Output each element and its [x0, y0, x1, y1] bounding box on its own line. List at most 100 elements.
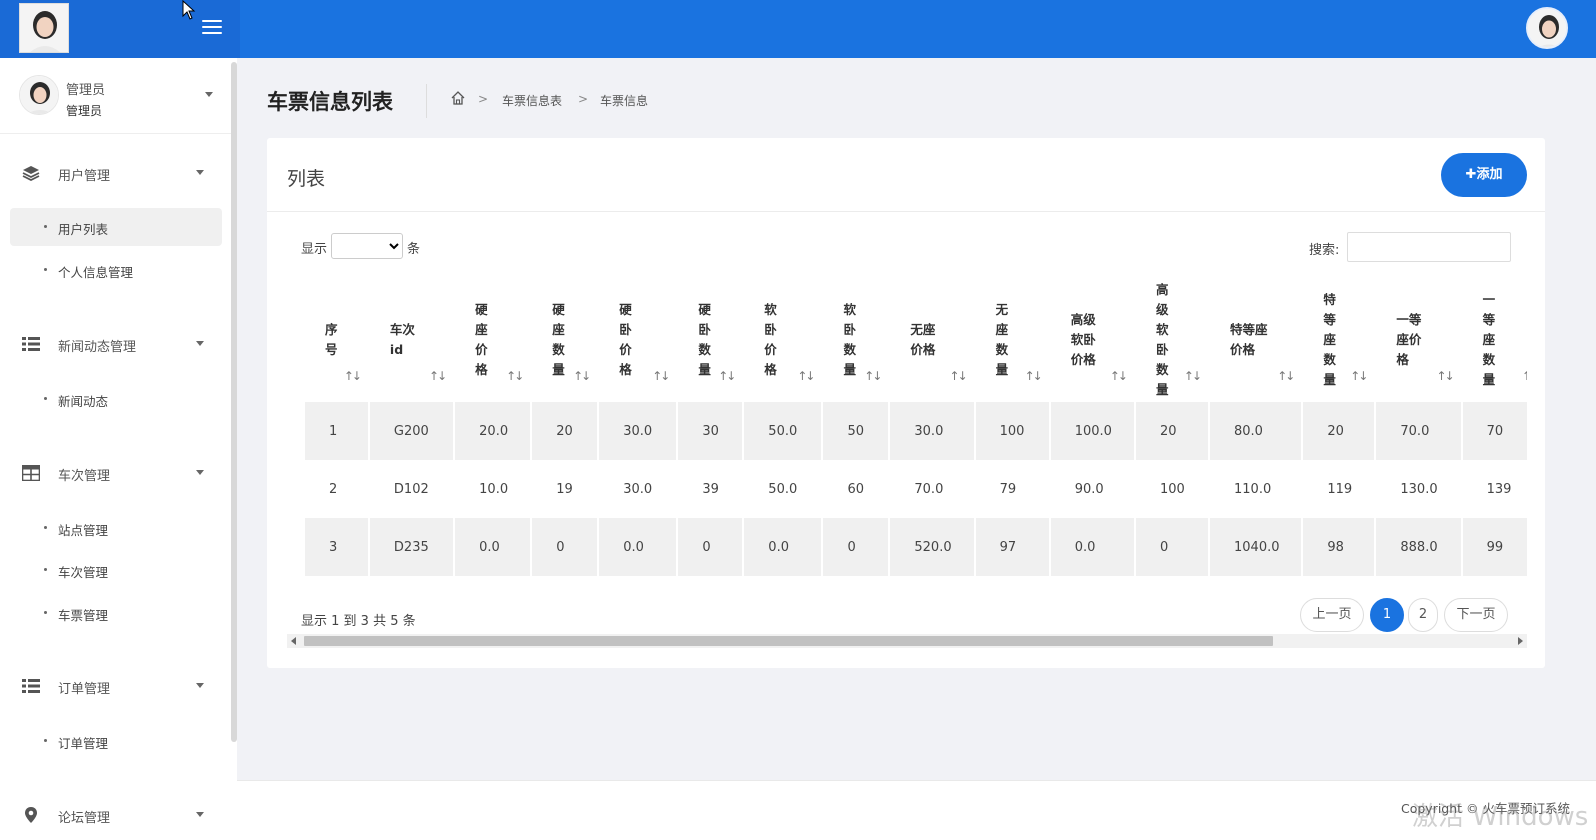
table-cell: 2	[305, 460, 368, 518]
sidebar-user-block[interactable]: 管理员 管理员	[0, 58, 231, 134]
logo-area	[0, 0, 240, 58]
table-cell: 39	[678, 460, 743, 518]
sort-icon[interactable]: ↑↓	[950, 366, 968, 386]
breadcrumb-item[interactable]: 车票信息表	[502, 92, 562, 109]
sort-icon[interactable]: ↑↓	[1184, 366, 1202, 386]
sort-icon[interactable]: ↑↓	[864, 366, 882, 386]
sidebar-item-ticket[interactable]: 车票管理	[10, 594, 222, 632]
sidebar-item-train[interactable]: 车次管理	[10, 551, 222, 589]
column-header-label: 高级 软卧 价格	[1070, 312, 1096, 367]
column-header[interactable]: 无 座 数 量 ↑↓	[976, 278, 1049, 402]
logo-avatar[interactable]	[19, 3, 69, 53]
sort-icon[interactable]: ↑↓	[1437, 366, 1455, 386]
sidebar-scrollbar[interactable]	[231, 62, 237, 742]
table-cell: 0	[823, 518, 889, 576]
table-cell: D235	[369, 518, 454, 576]
menu-toggle-icon[interactable]	[200, 16, 224, 38]
table-row[interactable]: 2 D102 10.0 19 30.0 39 50.0 60 70.0 79 90.0 100 110.…	[305, 460, 1527, 518]
table-cell: 100	[975, 402, 1049, 460]
menu-group-forum[interactable]: 论坛管理	[0, 795, 231, 835]
menu-group-user-management[interactable]: 用户管理	[0, 153, 231, 193]
scroll-left-icon[interactable]	[291, 637, 296, 645]
column-header-label: 硬 卧 数 量	[698, 302, 711, 377]
table-cell: 0	[678, 518, 743, 576]
next-page-button[interactable]: 下一页	[1444, 598, 1508, 632]
bullet-dot	[44, 611, 47, 614]
column-header[interactable]: 硬 卧 价 格 ↑↓	[599, 278, 676, 402]
sidebar-item-user-list[interactable]: 用户列表	[10, 208, 222, 246]
table-cell: 79	[975, 460, 1049, 518]
table-cell: 30.0	[599, 460, 677, 518]
page-length-select[interactable]	[331, 233, 403, 259]
menu-group-news[interactable]: 新闻动态管理	[0, 324, 231, 364]
column-header-label: 特 等 座 数 量	[1323, 292, 1336, 387]
column-header[interactable]: 序 号 ↑↓	[305, 278, 368, 402]
column-header[interactable]: 一 等 座 数 量 ↑↓	[1463, 278, 1527, 402]
menu-group-label: 论坛管理	[58, 811, 111, 826]
sort-icon[interactable]: ↑↓	[797, 366, 815, 386]
page-length-unit: 条	[407, 242, 421, 257]
sort-icon[interactable]: ↑↓	[344, 366, 362, 386]
menu-group-label: 车次管理	[58, 469, 111, 484]
sidebar-item-profile[interactable]: 个人信息管理	[10, 251, 222, 289]
page-button-2[interactable]: 2	[1408, 598, 1438, 632]
column-header[interactable]: 特 等 座 数 量 ↑↓	[1303, 278, 1374, 402]
sort-icon[interactable]: ↑↓	[1277, 366, 1295, 386]
search-input[interactable]	[1347, 232, 1511, 262]
sort-icon[interactable]: ↑↓	[429, 366, 447, 386]
column-header[interactable]: 特等座 价格 ↑↓	[1210, 278, 1301, 402]
column-header[interactable]: 硬 卧 数 量 ↑↓	[678, 278, 742, 402]
column-header[interactable]: 软 卧 数 量 ↑↓	[823, 278, 888, 402]
table-cell: 0	[1135, 518, 1208, 576]
scroll-right-icon[interactable]	[1518, 637, 1523, 645]
column-header[interactable]: 硬 座 数 量 ↑↓	[532, 278, 597, 402]
table-row[interactable]: 3 D235 0.0 0 0.0 0 0.0 0 520.0 97 0.0 0 1040.0 98 888.…	[305, 518, 1527, 576]
sidebar-item-news[interactable]: 新闻动态	[10, 380, 222, 418]
page-button-1[interactable]: 1	[1370, 598, 1404, 632]
table-cell: 50.0	[744, 402, 822, 460]
sort-icon[interactable]: ↑↓	[1522, 366, 1527, 386]
mouse-cursor-icon	[182, 0, 196, 20]
menu-group-order[interactable]: 订单管理	[0, 666, 231, 706]
prev-page-button[interactable]: 上一页	[1300, 598, 1364, 632]
scrollbar-thumb[interactable]	[304, 636, 1273, 646]
column-header[interactable]: 无座 价格 ↑↓	[890, 278, 973, 402]
column-header[interactable]: 高 级 软 卧 数 量 ↑↓	[1136, 278, 1208, 402]
table-cell: 10.0	[455, 460, 531, 518]
sidebar-item-order[interactable]: 订单管理	[10, 722, 222, 760]
sort-icon[interactable]: ↑↓	[1110, 366, 1128, 386]
column-header[interactable]: 硬 座 价 格 ↑↓	[455, 278, 530, 402]
table-row[interactable]: 1 G200 20.0 20 30.0 30 50.0 50 30.0 100 100.0 20 80.…	[305, 402, 1527, 460]
table-cell: 30.0	[599, 402, 677, 460]
menu-group-train[interactable]: 车次管理	[0, 453, 231, 493]
table-cell: 0.0	[1050, 518, 1134, 576]
column-header[interactable]: 车次 id ↑↓	[370, 278, 453, 402]
table-cell: 70.0	[1376, 402, 1461, 460]
sort-icon[interactable]: ↑↓	[573, 366, 591, 386]
header-user-avatar[interactable]	[1526, 7, 1568, 49]
column-header[interactable]: 高级 软卧 价格 ↑↓	[1051, 278, 1134, 402]
sort-icon[interactable]: ↑↓	[652, 366, 670, 386]
home-icon[interactable]	[450, 90, 466, 106]
sort-icon[interactable]: ↑↓	[1350, 366, 1368, 386]
sort-icon[interactable]: ↑↓	[718, 366, 736, 386]
horizontal-scrollbar[interactable]	[287, 634, 1527, 648]
table-body: 1 G200 20.0 20 30.0 30 50.0 50 30.0 100 100.0 20 80.…	[305, 402, 1527, 576]
column-header[interactable]: 软 卧 价 格 ↑↓	[744, 278, 821, 402]
sort-icon[interactable]: ↑↓	[506, 366, 524, 386]
chevron-down-icon[interactable]	[205, 92, 213, 97]
table-cell: 3	[305, 518, 368, 576]
sidebar-item-label: 个人信息管理	[58, 265, 134, 280]
table-cell: 20	[1135, 402, 1208, 460]
table-cell: 888.0	[1376, 518, 1461, 576]
sort-icon[interactable]: ↑↓	[1025, 366, 1043, 386]
sidebar-item-label: 用户列表	[58, 222, 109, 237]
column-header-label: 硬 座 价 格	[475, 302, 488, 377]
title-divider	[426, 84, 427, 118]
sidebar: 管理员 管理员 用户管理 用户列表 个人信息管理 新闻动态管理 新闻动态 车次管…	[0, 58, 237, 840]
sidebar-item-station[interactable]: 站点管理	[10, 509, 222, 547]
table-cell: 100	[1135, 460, 1208, 518]
column-header[interactable]: 一等 座价 格 ↑↓	[1376, 278, 1460, 402]
page-title: 车票信息列表	[267, 90, 393, 114]
add-button[interactable]: ✚添加	[1441, 153, 1527, 197]
